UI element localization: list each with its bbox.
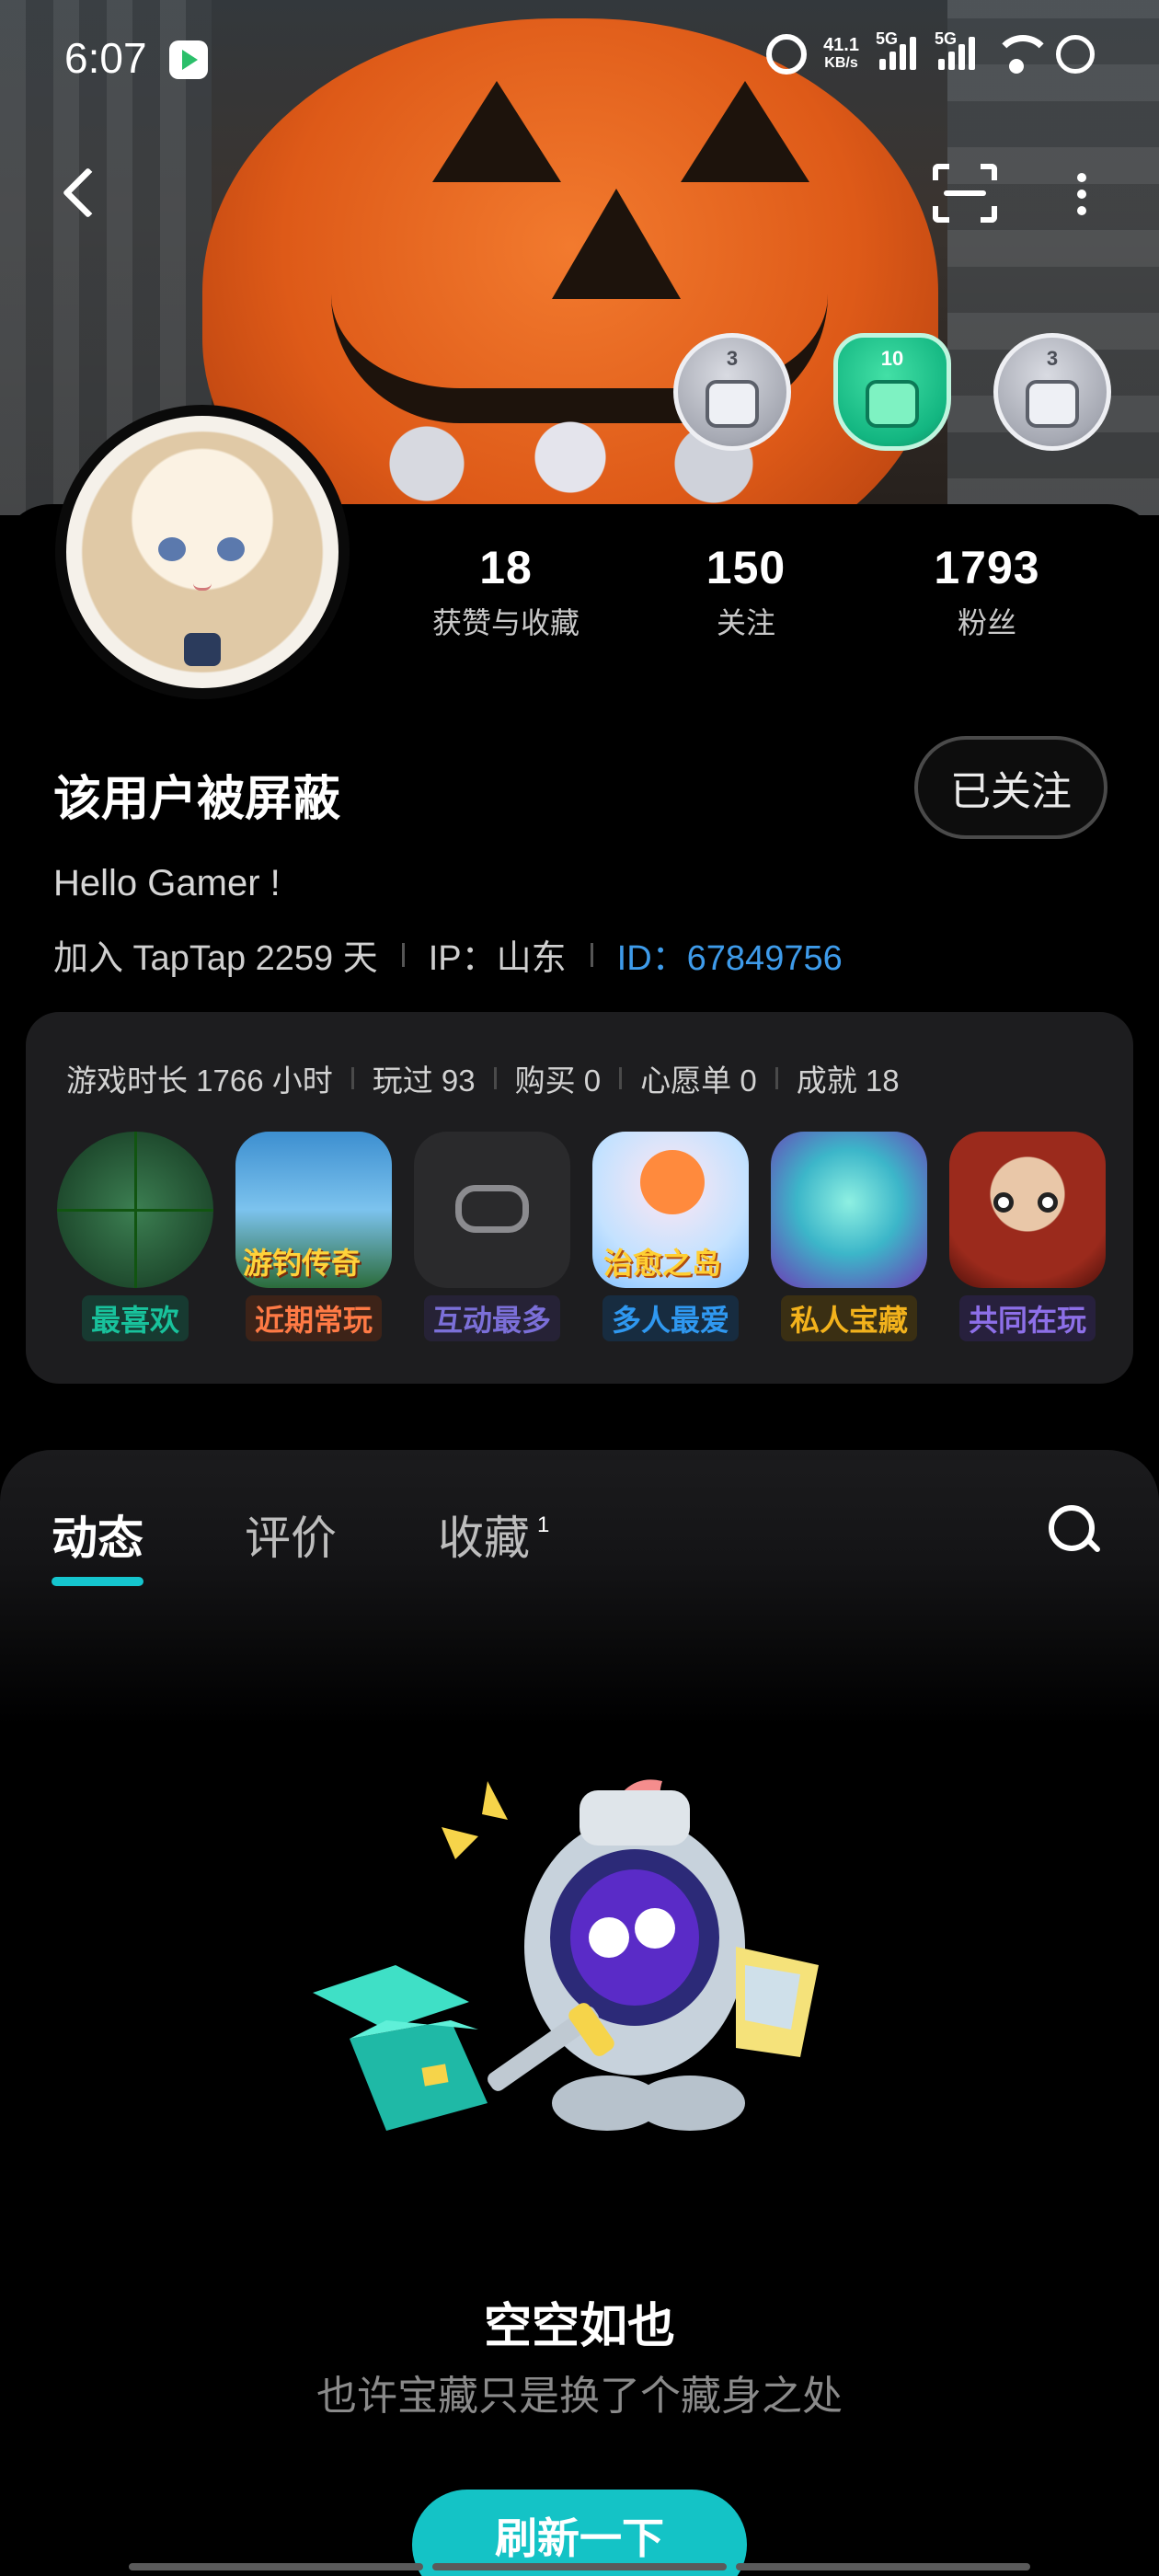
cellular-signal-icon-2 — [935, 33, 977, 70]
profile-meta: 加入 TapTap 2259 天 IP：山东 ID：67849756 — [53, 929, 843, 980]
trophy-badge-icon — [1026, 380, 1079, 428]
join-days: 加入 TapTap 2259 天 — [53, 939, 378, 978]
network-speed: 41.1 KB/s — [823, 34, 859, 71]
tab-favorites[interactable]: 收藏 1 — [438, 1501, 549, 1568]
game-tag: 近期常玩 — [245, 1295, 382, 1341]
game-icon — [57, 1132, 213, 1288]
games-played[interactable]: 玩过 93 — [373, 1056, 476, 1100]
wifi-icon — [993, 34, 1052, 74]
game-tag: 最喜欢 — [81, 1295, 189, 1341]
game-icon — [949, 1132, 1106, 1288]
game-recent[interactable]: 游钓传奇 近期常玩 — [235, 1132, 392, 1341]
game-private-treasure[interactable]: 私人宝藏 — [771, 1132, 927, 1341]
stat-likes[interactable]: 18 获赞与收藏 — [386, 541, 625, 642]
game-stats-row: 游戏时长 1766 小时 玩过 93 购买 0 心愿单 0 成就 18 — [66, 1056, 900, 1100]
badge-1[interactable]: 3 — [673, 333, 791, 451]
game-tag: 私人宝藏 — [780, 1295, 917, 1341]
achievements[interactable]: 成就 18 — [797, 1056, 900, 1100]
badge-2[interactable]: 10 — [833, 333, 951, 451]
cellular-signal-icon — [876, 33, 918, 70]
gamepad-icon — [414, 1132, 570, 1288]
game-playing-together[interactable]: 共同在玩 — [949, 1132, 1106, 1341]
stat-followers[interactable]: 1793 粉丝 — [866, 541, 1107, 642]
game-tag: 多人最爱 — [602, 1295, 739, 1341]
play-store-icon — [169, 40, 208, 79]
more-options-icon[interactable] — [1071, 167, 1093, 223]
thumbs-up-badge-icon — [866, 380, 919, 428]
stat-following[interactable]: 150 关注 — [625, 541, 866, 642]
tab-reviews[interactable]: 评价 — [245, 1501, 337, 1568]
game-favorite[interactable]: 最喜欢 — [57, 1132, 213, 1341]
status-time: 6:07 — [64, 34, 147, 82]
ip-location: IP：山东 — [428, 939, 567, 978]
game-most-interactive[interactable]: 互动最多 — [414, 1132, 570, 1341]
game-icon — [771, 1132, 927, 1288]
badge-3[interactable]: 3 — [993, 333, 1111, 451]
tab-activity[interactable]: 动态 — [52, 1501, 143, 1586]
bio: Hello Gamer ! — [53, 863, 281, 903]
alarm-icon — [766, 33, 808, 75]
username: 该用户被屏蔽 — [53, 773, 341, 826]
thumbs-up-badge-icon — [706, 380, 759, 428]
game-multiplayer[interactable]: 治愈之岛 多人最爱 — [592, 1132, 749, 1341]
profile-stats: 18 获赞与收藏 150 关注 1793 粉丝 — [386, 541, 1122, 642]
wishlist[interactable]: 心愿单 0 — [640, 1056, 757, 1100]
game-tag: 共同在玩 — [958, 1295, 1096, 1341]
play-time[interactable]: 游戏时长 1766 小时 — [66, 1056, 333, 1100]
empty-title: 空空如也 — [483, 2300, 675, 2353]
game-tag: 互动最多 — [423, 1295, 560, 1341]
scan-icon[interactable] — [933, 164, 997, 223]
search-icon[interactable] — [1049, 1505, 1102, 1558]
feed-tabs: 动态 评价 收藏 1 — [52, 1501, 650, 1586]
feed-sheet: 动态 评价 收藏 1 空空如也 也许宝藏只是换了个藏身之处 刷新一下 — [0, 1450, 1159, 2576]
game-icon: 治愈之岛 — [592, 1132, 749, 1288]
purchases[interactable]: 购买 0 — [515, 1056, 602, 1100]
battery-icon — [1056, 34, 1095, 74]
user-id[interactable]: ID：67849756 — [617, 929, 843, 980]
status-bar: 6:07 41.1 KB/s 5G 5G — [0, 28, 1159, 92]
game-icon: 游钓传奇 — [235, 1132, 392, 1288]
game-summary-card[interactable]: 游戏时长 1766 小时 玩过 93 购买 0 心愿单 0 成就 18 最喜欢 … — [26, 1012, 1133, 1384]
empty-knight-illustration — [313, 1779, 819, 2131]
gesture-bar — [129, 2563, 1030, 2570]
favorites-count: 1 — [537, 1512, 550, 1538]
back-icon[interactable] — [57, 164, 98, 223]
avatar[interactable] — [55, 405, 350, 699]
empty-subtitle: 也许宝藏只是换了个藏身之处 — [316, 2374, 843, 2419]
follow-button[interactable]: 已关注 — [914, 736, 1107, 839]
